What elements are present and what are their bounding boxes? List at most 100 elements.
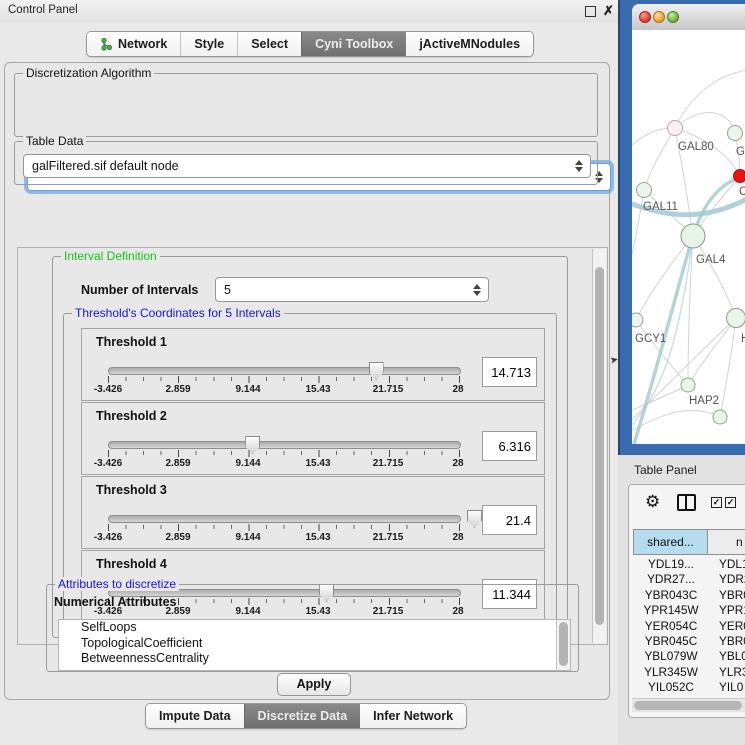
table-row[interactable]: YDL19...YDL1 — [633, 557, 745, 572]
thresholds-group-title: Threshold's Coordinates for 5 Intervals — [72, 306, 284, 320]
node-gal4[interactable] — [681, 224, 705, 248]
node-top-right[interactable] — [728, 126, 743, 141]
numerical-attributes-label: Numerical Attributes — [54, 595, 176, 609]
node-red-selected[interactable] — [734, 170, 745, 183]
horizontal-scrollbar[interactable] — [632, 698, 745, 712]
table-panel-box: ⚙ ✓ ✓ shared... n YDL19...YDL1 YDR27...Y… — [628, 484, 745, 718]
network-canvas[interactable]: GAL80 GA C GAL11 GAL4 GCY1 H HAP2 — [632, 30, 745, 444]
table-row[interactable]: YER054CYER0 — [633, 619, 745, 634]
node-label-hap2: HAP2 — [689, 395, 719, 407]
tick-labels: -3.4262.859 9.14415.43 21.71528 — [108, 532, 459, 544]
tab-network-label: Network — [118, 37, 167, 51]
network-window-titlebar[interactable] — [632, 4, 745, 31]
tab-jactivemnodules-label: jActiveMNodules — [419, 37, 520, 51]
table-panel: Table Panel ⚙ ✓ ✓ shared... n YDL19...YD… — [618, 455, 745, 745]
list-scrollbar-thumb[interactable] — [559, 622, 568, 666]
node-label-gal4: GAL4 — [696, 254, 725, 266]
discretization-algorithm-group: Discretization Algorithm — [14, 73, 598, 137]
columns-icon[interactable] — [677, 494, 696, 511]
node-label-partial-c: C — [739, 186, 745, 198]
number-of-intervals-combobox[interactable]: 5 — [215, 277, 489, 302]
number-of-intervals-label: Number of Intervals — [81, 283, 198, 297]
checkbox-icon[interactable]: ✓ — [711, 497, 722, 508]
column-header-name[interactable]: n — [708, 529, 745, 555]
node-label-partial-ga: GA — [736, 146, 745, 158]
node-gal11[interactable] — [637, 183, 652, 198]
table-row[interactable]: YIL052CYIL0 — [633, 680, 745, 695]
threshold-3-value-field[interactable] — [482, 505, 537, 535]
threshold-3-slider-track[interactable] — [108, 515, 461, 523]
threshold-2-label: Threshold 2 — [96, 409, 167, 423]
list-scrollbar[interactable] — [556, 620, 570, 670]
control-panel: Control Panel ✗ Network Style Select Cyn… — [0, 0, 618, 745]
application-root: Control Panel ✗ Network Style Select Cyn… — [0, 0, 745, 745]
checkbox-icon[interactable]: ✓ — [725, 497, 736, 508]
tab-infer-network-label: Infer Network — [373, 709, 453, 723]
network-icon — [100, 38, 113, 51]
network-window: GAL80 GA C GAL11 GAL4 GCY1 H HAP2 — [618, 0, 745, 455]
threshold-2-panel: Threshold 2 -3.4262.859 9.14415.43 21.71… — [81, 402, 545, 475]
minimize-traffic-light[interactable] — [653, 11, 665, 23]
attributes-group: Attributes to discretize Numerical Attri… — [46, 584, 579, 672]
tick-marks — [108, 450, 460, 457]
node-gcy1[interactable] — [632, 313, 643, 327]
tick-marks — [108, 524, 460, 531]
gear-icon[interactable]: ⚙ — [645, 492, 660, 512]
tab-infer-network[interactable]: Infer Network — [360, 704, 466, 728]
table-row[interactable]: YBR043CYBR0 — [633, 588, 745, 603]
node-bottom[interactable] — [713, 410, 727, 424]
node-table-rows: YDL19...YDL1 YDR27...YDR2 YBR043CYBR0 YP… — [633, 557, 745, 696]
tick-marks — [108, 376, 460, 383]
threshold-2-value-field[interactable] — [482, 431, 537, 461]
zoom-traffic-light[interactable] — [667, 11, 679, 23]
vertical-scrollbar[interactable] — [592, 249, 606, 643]
tab-jactivemnodules[interactable]: jActiveMNodules — [406, 32, 533, 56]
node-label-gcy1: GCY1 — [635, 333, 666, 345]
table-row[interactable]: YBL079WYBL0 — [633, 649, 745, 664]
tab-select-label: Select — [251, 37, 288, 51]
column-header-shared-name[interactable]: shared... — [633, 529, 708, 555]
table-row[interactable]: YPR145WYPR1 — [633, 603, 745, 618]
threshold-4-label: Threshold 4 — [96, 557, 167, 571]
threshold-1-slider-track[interactable] — [108, 367, 461, 375]
numerical-attributes-list: SelfLoops TopologicalCoefficient Between… — [58, 619, 571, 671]
node-hap2[interactable] — [681, 378, 695, 392]
tab-network[interactable]: Network — [87, 32, 180, 56]
tab-style-label: Style — [194, 37, 224, 51]
close-icon[interactable]: ✗ — [602, 4, 615, 17]
threshold-2-slider-track[interactable] — [108, 441, 461, 449]
tab-select[interactable]: Select — [237, 32, 301, 56]
vertical-scrollbar-thumb[interactable] — [595, 267, 604, 625]
table-data-group-title: Table Data — [23, 134, 86, 148]
close-traffic-light[interactable] — [639, 11, 651, 23]
threshold-1-value-field[interactable] — [482, 357, 537, 387]
table-row[interactable]: YBR045CYBR0 — [633, 634, 745, 649]
tab-impute-data[interactable]: Impute Data — [146, 704, 244, 728]
list-item[interactable]: SelfLoops — [59, 620, 570, 636]
tab-discretize-data[interactable]: Discretize Data — [244, 704, 361, 728]
control-panel-tabs: Network Style Select Cyni Toolbox jActiv… — [86, 31, 534, 57]
apply-button[interactable]: Apply — [277, 673, 351, 696]
list-item[interactable]: TopologicalCoefficient — [59, 636, 570, 652]
node-h[interactable] — [727, 309, 745, 328]
interval-definition-title: Interval Definition — [61, 249, 160, 263]
table-row[interactable]: YDR27...YDR2 — [633, 572, 745, 587]
tick-labels: -3.4262.859 9.14415.43 21.71528 — [108, 458, 459, 470]
threshold-3-panel: Threshold 3 -3.4262.859 9.14415.43 21.71… — [81, 476, 545, 549]
table-data-value: galFiltered.sif default node — [32, 159, 179, 173]
table-data-group: Table Data galFiltered.sif default node — [14, 141, 598, 185]
tab-cyni-toolbox-label: Cyni Toolbox — [315, 37, 393, 51]
tab-cyni-toolbox[interactable]: Cyni Toolbox — [301, 32, 406, 56]
combo-arrows-icon — [473, 284, 481, 296]
table-data-combobox[interactable]: galFiltered.sif default node — [23, 154, 591, 178]
float-window-icon[interactable] — [585, 6, 596, 17]
horizontal-scrollbar-thumb[interactable] — [634, 701, 742, 710]
list-item[interactable]: BetweennessCentrality — [59, 651, 570, 667]
tick-labels: -3.4262.859 9.14415.43 21.71528 — [108, 384, 459, 396]
threshold-3-slider-thumb[interactable] — [467, 510, 482, 528]
node-gal80[interactable] — [668, 121, 683, 136]
number-of-intervals-value: 5 — [224, 283, 231, 297]
discretization-algorithm-group-title: Discretization Algorithm — [23, 66, 154, 80]
tab-style[interactable]: Style — [180, 32, 237, 56]
table-row[interactable]: YLR345WYLR3 — [633, 665, 745, 680]
